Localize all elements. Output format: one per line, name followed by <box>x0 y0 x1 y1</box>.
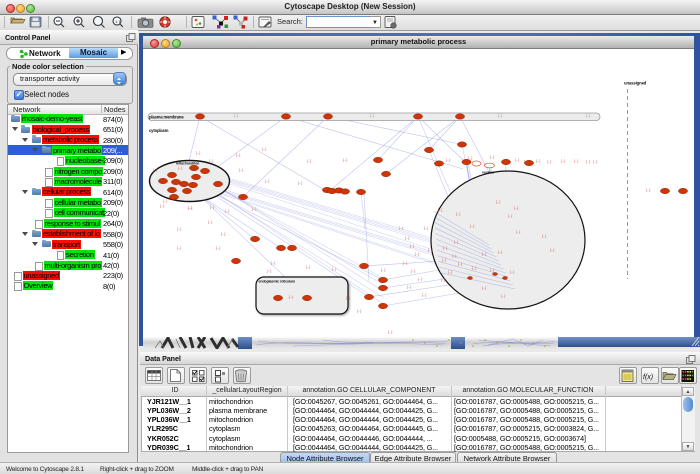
svg-text:[...]: [...] <box>454 240 459 244</box>
svg-text:[...]: [...] <box>381 268 386 272</box>
svg-text:[...]: [...] <box>468 156 473 160</box>
svg-text:[...]: [...] <box>574 159 579 163</box>
svg-text:1:1: 1:1 <box>115 19 121 24</box>
svg-text:endoplasmic reticulum: endoplasmic reticulum <box>259 280 296 284</box>
svg-text:[...]: [...] <box>289 295 294 299</box>
svg-text:[...]: [...] <box>456 212 461 216</box>
svg-text:[...]: [...] <box>252 207 257 211</box>
svg-text:[...]: [...] <box>542 234 547 238</box>
svg-text:[...]: [...] <box>343 158 348 162</box>
svg-text:[...]: [...] <box>234 114 239 118</box>
svg-text:nucleus: nucleus <box>482 171 494 175</box>
svg-text:plasma membrane: plasma membrane <box>149 115 184 120</box>
svg-text:[...]: [...] <box>370 114 375 118</box>
svg-text:[...]: [...] <box>593 160 598 164</box>
svg-text:[...]: [...] <box>586 114 591 118</box>
svg-text:[...]: [...] <box>490 155 495 159</box>
svg-text:[...]: [...] <box>510 270 515 274</box>
svg-text:[...]: [...] <box>403 261 408 265</box>
svg-text:[...]: [...] <box>482 252 487 256</box>
svg-text:[...]: [...] <box>271 261 276 265</box>
svg-text:[...]: [...] <box>239 168 244 172</box>
svg-text:[...]: [...] <box>424 226 429 230</box>
svg-text:[...]: [...] <box>298 181 303 185</box>
svg-text:[...]: [...] <box>208 220 213 224</box>
svg-text:[...]: [...] <box>357 309 362 313</box>
svg-text:[...]: [...] <box>209 159 214 163</box>
svg-text:[...]: [...] <box>163 199 168 203</box>
svg-text:[...]: [...] <box>178 166 183 170</box>
svg-text:[...]: [...] <box>216 246 221 250</box>
svg-text:[...]: [...] <box>586 160 591 164</box>
svg-text:[...]: [...] <box>472 266 477 270</box>
svg-text:[...]: [...] <box>498 250 503 254</box>
svg-text:[...]: [...] <box>438 208 443 212</box>
svg-text:[...]: [...] <box>236 153 241 157</box>
svg-text:[...]: [...] <box>210 205 215 209</box>
svg-text:[...]: [...] <box>225 209 230 213</box>
svg-text:[...]: [...] <box>446 158 451 162</box>
svg-text:[...]: [...] <box>482 286 487 290</box>
svg-text:[...]: [...] <box>501 294 506 298</box>
svg-text:[...]: [...] <box>332 267 337 271</box>
svg-text:[...]: [...] <box>536 159 541 163</box>
svg-text:f(x): f(x) <box>643 374 653 381</box>
svg-text:[...]: [...] <box>407 285 412 289</box>
svg-text:[...]: [...] <box>188 206 193 210</box>
svg-text:[...]: [...] <box>153 168 158 172</box>
svg-text:unassigned: unassigned <box>624 81 647 86</box>
svg-text:mitochondrion: mitochondrion <box>176 162 199 166</box>
svg-text:[...]: [...] <box>415 252 420 256</box>
svg-text:[...]: [...] <box>515 158 520 162</box>
svg-text:[...]: [...] <box>418 277 423 281</box>
svg-text:[...]: [...] <box>498 114 503 118</box>
svg-text:[...]: [...] <box>177 246 182 250</box>
svg-text:[...]: [...] <box>514 206 519 210</box>
svg-text:[...]: [...] <box>516 230 521 234</box>
svg-text:[...]: [...] <box>561 159 566 163</box>
svg-text:[...]: [...] <box>452 254 457 258</box>
svg-text:[...]: [...] <box>267 269 272 273</box>
svg-text:[...]: [...] <box>306 265 311 269</box>
svg-text:[...]: [...] <box>441 278 446 282</box>
svg-text:[...]: [...] <box>550 248 555 252</box>
svg-text:[...]: [...] <box>490 268 495 272</box>
svg-text:[...]: [...] <box>177 227 182 231</box>
svg-text:cytoplasm: cytoplasm <box>149 128 169 133</box>
svg-text:[...]: [...] <box>160 204 165 208</box>
svg-text:[...]: [...] <box>405 236 410 240</box>
svg-text:[...]: [...] <box>470 224 475 228</box>
svg-text:[...]: [...] <box>196 151 201 155</box>
svg-text:[...]: [...] <box>262 147 267 151</box>
svg-text:[...]: [...] <box>442 258 447 262</box>
svg-text:[...]: [...] <box>388 330 393 334</box>
svg-text:[...]: [...] <box>524 160 529 164</box>
svg-text:[...]: [...] <box>496 200 501 204</box>
svg-text:[...]: [...] <box>458 262 463 266</box>
svg-text:[...]: [...] <box>399 226 404 230</box>
svg-text:[...]: [...] <box>547 160 552 164</box>
svg-text:[...]: [...] <box>646 188 651 192</box>
svg-text:[...]: [...] <box>265 179 270 183</box>
svg-text:[...]: [...] <box>448 270 453 274</box>
svg-text:[...]: [...] <box>428 248 433 252</box>
svg-text:[...]: [...] <box>508 214 513 218</box>
svg-text:[...]: [...] <box>307 159 312 163</box>
svg-text:[...]: [...] <box>422 293 427 297</box>
svg-text:[...]: [...] <box>411 269 416 273</box>
svg-text:[...]: [...] <box>410 244 415 248</box>
svg-text:[...]: [...] <box>346 296 351 300</box>
svg-text:[...]: [...] <box>221 232 226 236</box>
svg-text:[...]: [...] <box>443 246 448 250</box>
